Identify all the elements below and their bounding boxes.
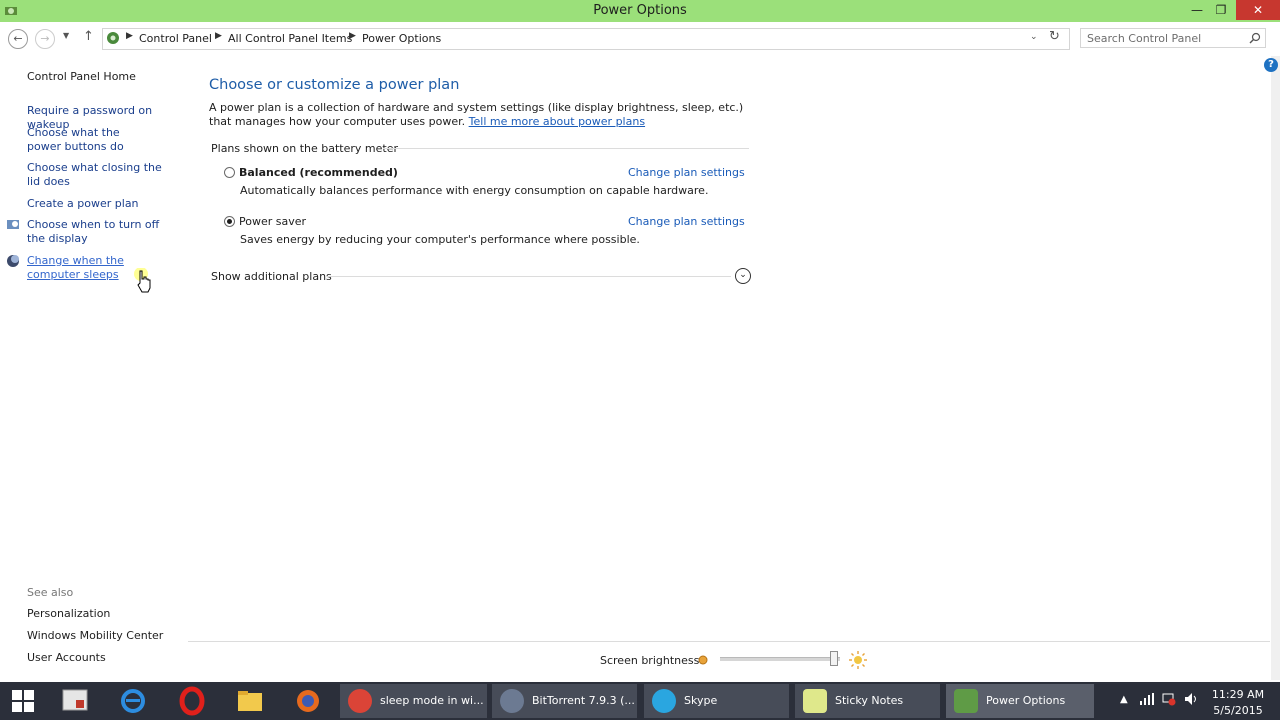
signal-icon[interactable] [1140,693,1154,705]
minimize-button[interactable]: — [1184,0,1210,20]
address-dropdown-button[interactable]: ⌄ [1030,32,1038,42]
search-input[interactable]: Search Control Panel [1080,28,1266,48]
brightness-slider-track[interactable] [720,657,840,661]
control-panel-home-link[interactable]: Control Panel Home [27,70,187,84]
restore-button[interactable]: ❐ [1208,0,1234,20]
tablet-app-icon[interactable] [60,686,90,716]
recent-pages-dropdown[interactable]: ▼ [63,31,69,40]
clock-time[interactable]: 11:29 AM [1200,688,1276,701]
forward-button[interactable]: → [35,29,55,49]
arrow-right-icon: → [40,32,50,45]
firefox-icon[interactable] [293,686,323,716]
power-saver-plan-description: Saves energy by reducing your computer's… [240,233,640,246]
sidebar-link-create-plan[interactable]: Create a power plan [27,197,187,211]
opera-icon[interactable] [177,686,207,716]
show-hidden-icons-button[interactable]: ▲ [1120,694,1128,705]
show-additional-plans-label[interactable]: Show additional plans [211,270,332,283]
taskbar-task-label: BitTorrent 7.9.3 (... [532,694,635,707]
window-title: Power Options [593,3,687,18]
see-also-mobility-center-link[interactable]: Windows Mobility Center [27,629,187,643]
close-button[interactable]: ✕ [1236,0,1280,20]
expand-additional-plans-button[interactable]: ⌄ [735,268,751,284]
breadcrumb-control-panel[interactable]: Control Panel [139,32,212,45]
page-description: A power plan is a collection of hardware… [209,101,769,129]
breadcrumb-separator-icon: ▶ [126,31,133,41]
brightness-slider-thumb[interactable] [830,651,838,666]
help-icon[interactable]: ? [1264,58,1278,72]
network-error-icon[interactable] [1162,692,1176,706]
skype-icon [652,689,676,713]
clock-date[interactable]: 5/5/2015 [1200,704,1276,717]
power-saver-change-settings-link[interactable]: Change plan settings [628,215,745,228]
taskbar-task-label: Sticky Notes [835,694,904,707]
taskbar-task-sticky-notes[interactable]: Sticky Notes [795,684,940,718]
internet-explorer-icon[interactable] [118,686,148,716]
windows-start-icon[interactable] [10,688,36,714]
taskbar-task-label: Power Options [986,694,1066,707]
arrow-left-icon: ← [13,32,23,45]
chrome-icon [348,689,372,713]
divider [383,148,749,149]
see-also-personalization-link[interactable]: Personalization [27,607,187,621]
power-saver-plan-radio[interactable] [224,216,235,227]
taskbar-task-power-options[interactable]: Power Options [946,684,1094,718]
refresh-icon: ↻ [1049,29,1060,44]
breadcrumb-separator-icon: ▶ [215,31,222,41]
breadcrumb-power-options[interactable]: Power Options [362,32,441,45]
taskbar-task-label: sleep mode in wi... [380,694,484,707]
chevron-down-icon: ⌄ [739,270,747,280]
page-title: Choose or customize a power plan [209,77,460,93]
control-panel-icon [107,32,119,44]
taskbar-task-bittorrent[interactable]: BitTorrent 7.9.3 (... [492,684,637,718]
sidebar-link-power-buttons[interactable]: Choose what the power buttons do [27,126,157,154]
bittorrent-icon [500,689,524,713]
breadcrumb-all-items[interactable]: All Control Panel Items [228,32,352,45]
balanced-plan-radio[interactable] [224,167,235,178]
sidebar-link-turn-off-display[interactable]: Choose when to turn off the display [27,218,177,246]
chevron-down-icon: ⌄ [1030,32,1038,42]
volume-icon[interactable] [1184,692,1198,706]
back-button[interactable]: ← [8,29,28,49]
display-timer-icon [7,220,19,229]
screen-brightness-label: Screen brightness: [600,654,704,667]
arrow-up-icon: ↑ [83,29,94,44]
divider [188,641,1270,642]
vertical-scrollbar[interactable] [1271,56,1280,680]
brightness-high-icon [849,651,867,669]
balanced-plan-description: Automatically balances performance with … [240,184,709,197]
up-button[interactable]: ↑ [83,29,94,44]
taskbar-task-skype[interactable]: Skype [644,684,789,718]
divider [327,276,731,277]
taskbar-task-label: Skype [684,694,718,707]
learn-more-link[interactable]: Tell me more about power plans [469,115,645,128]
taskbar-task-chrome[interactable]: sleep mode in wi... [340,684,487,718]
sticky-notes-icon [803,689,827,713]
see-also-user-accounts-link[interactable]: User Accounts [27,651,187,665]
search-icon [1249,32,1261,44]
balanced-change-settings-link[interactable]: Change plan settings [628,166,745,179]
brightness-low-icon [698,655,708,665]
plans-header: Plans shown on the battery meter [211,142,399,155]
chevron-down-icon: ▼ [63,31,70,40]
see-also-label: See also [27,586,74,599]
refresh-button[interactable]: ↻ [1049,29,1060,44]
sleep-moon-icon [7,255,19,267]
breadcrumb-separator-icon: ▶ [349,31,356,41]
mouse-cursor-icon [134,268,151,293]
sidebar-link-closing-lid[interactable]: Choose what closing the lid does [27,161,172,189]
balanced-plan-name[interactable]: Balanced (recommended) [239,166,398,179]
power-saver-plan-name[interactable]: Power saver [239,215,306,228]
file-explorer-icon[interactable] [235,686,265,716]
power-options-icon [954,689,978,713]
